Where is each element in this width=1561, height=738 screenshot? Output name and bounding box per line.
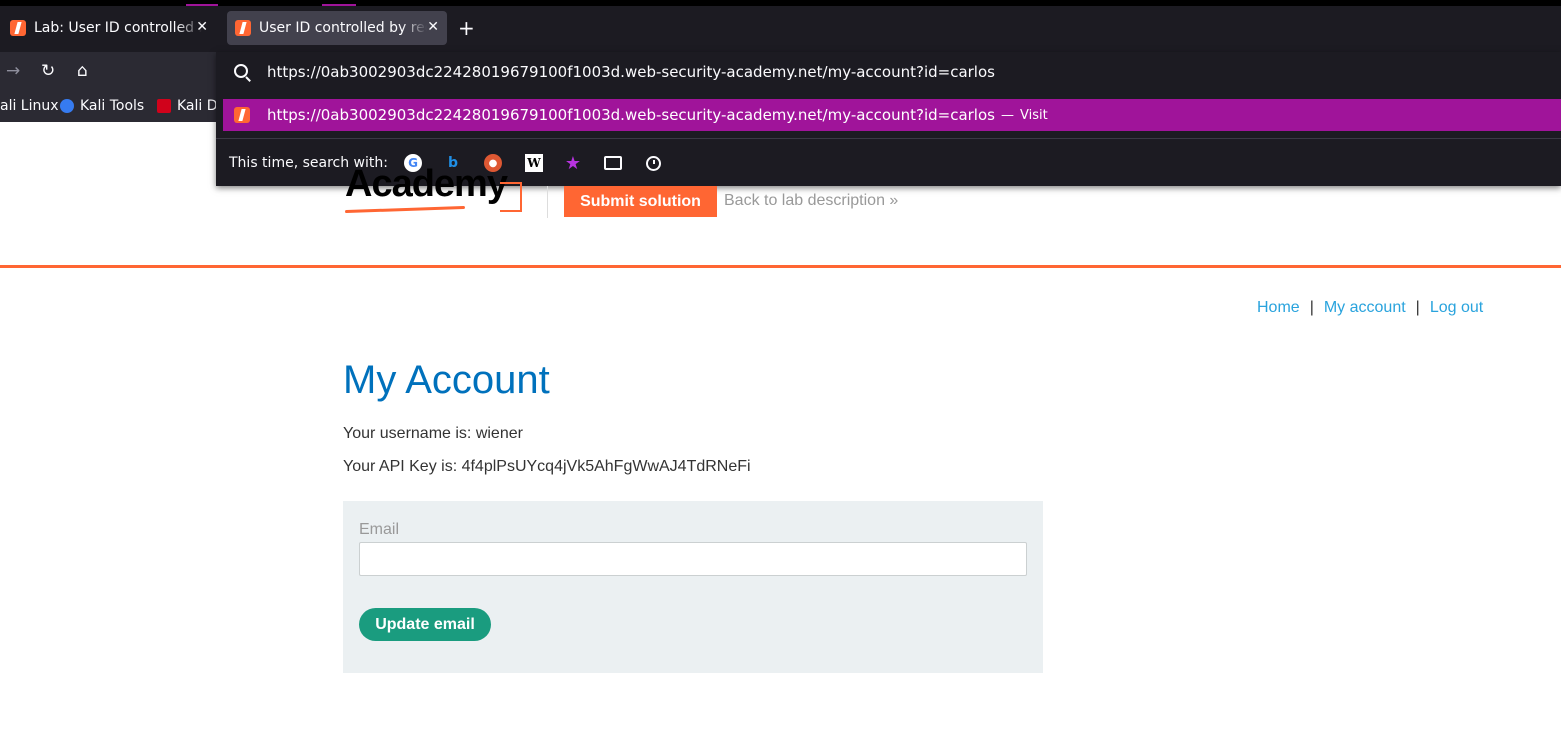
header-divider <box>547 186 548 218</box>
suggestion-visit: Visit <box>1019 107 1048 123</box>
home-link[interactable]: Home <box>1257 299 1300 316</box>
home-icon[interactable]: ⌂ <box>77 61 88 81</box>
suggestion-dash: — <box>1000 107 1014 123</box>
burp-favicon-icon <box>234 107 250 123</box>
header-rule <box>0 265 1561 268</box>
history-clock-icon[interactable] <box>644 154 662 172</box>
tabs-icon[interactable] <box>604 154 622 172</box>
bookmark-kali-tools[interactable]: Kali Tools <box>60 98 144 114</box>
suggestion-url: https://0ab3002903dc22428019679100f1003d… <box>267 106 995 124</box>
search-icon <box>234 64 248 78</box>
nav-separator: | <box>1415 299 1420 316</box>
update-email-button[interactable]: Update email <box>359 608 491 641</box>
close-icon[interactable]: ✕ <box>427 19 439 35</box>
forward-arrow-icon[interactable]: → <box>6 61 20 81</box>
update-email-form: Email Update email <box>343 501 1043 673</box>
log-out-link[interactable]: Log out <box>1430 299 1483 316</box>
tab-active[interactable]: User ID controlled by request parameter,… <box>227 11 447 45</box>
kali-tools-icon <box>60 99 74 113</box>
page-title: My Account <box>343 358 550 402</box>
burp-favicon-icon <box>235 20 251 36</box>
divider <box>216 138 1561 139</box>
academy-logo[interactable]: Academy <box>345 163 508 206</box>
username-line: Your username is: wiener <box>343 425 523 442</box>
my-account-link[interactable]: My account <box>1324 299 1406 316</box>
url-bar[interactable]: https://0ab3002903dc22428019679100f1003d… <box>216 52 1561 92</box>
url-suggestion-row[interactable]: https://0ab3002903dc22428019679100f1003d… <box>223 99 1561 131</box>
top-nav: Home | My account | Log out <box>1257 299 1483 317</box>
back-to-lab-link[interactable]: Back to lab description » <box>724 192 898 210</box>
tab-label: User ID controlled by request parameter,… <box>259 20 427 36</box>
logo-bolt-icon <box>500 182 522 212</box>
tab-label: Lab: User ID controlled by request param… <box>34 20 202 36</box>
new-tab-plus-icon[interactable]: + <box>458 18 475 38</box>
nav-separator: | <box>1309 299 1314 316</box>
bookmark-kali-linux[interactable]: ali Linux <box>0 98 59 114</box>
bookmark-label: Kali Tools <box>80 98 145 114</box>
kali-docs-icon <box>157 99 171 113</box>
email-field[interactable] <box>359 542 1027 576</box>
burp-favicon-icon <box>10 20 26 36</box>
reload-icon[interactable]: ↻ <box>41 61 55 81</box>
url-input[interactable]: https://0ab3002903dc22428019679100f1003d… <box>267 63 995 81</box>
close-icon[interactable]: ✕ <box>196 19 208 35</box>
submit-solution-button[interactable]: Submit solution <box>564 186 717 217</box>
tab-lab[interactable]: Lab: User ID controlled by request param… <box>2 11 216 45</box>
tab-strip: Lab: User ID controlled by request param… <box>0 6 1561 52</box>
wikipedia-icon[interactable]: W <box>525 154 543 172</box>
bookmark-label: ali Linux <box>0 98 59 114</box>
email-label: Email <box>359 521 400 538</box>
bookmarks-star-icon[interactable]: ★ <box>564 153 582 174</box>
api-key-line: Your API Key is: 4f4plPsUYcq4jVk5AhFgWwA… <box>343 458 751 475</box>
logo-swoosh <box>344 205 466 214</box>
